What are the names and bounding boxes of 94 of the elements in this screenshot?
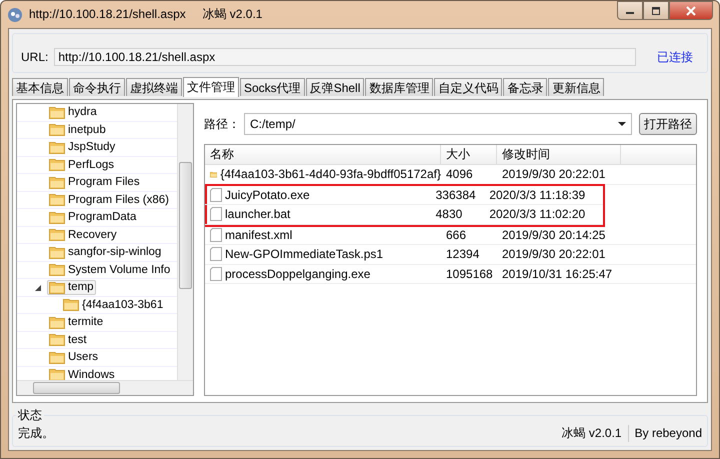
file-icon [210,247,222,262]
url-label: URL: [21,50,48,64]
file-icon [210,228,222,242]
file-row[interactable]: JuicyPotato.exe 336384 2020/3/3 11:18:39 [205,186,603,205]
app-icon [7,6,23,22]
close-icon [686,6,696,16]
file-row[interactable]: New-GPOImmediateTask.ps1 12394 2019/9/30 20:22:01 [205,245,696,264]
column-header[interactable]: 修改时间 [497,145,621,164]
modified-time: 2020/3/3 11:02:20 [488,206,586,224]
tree-item[interactable]: PerfLogs [47,157,116,172]
folder-icon [49,140,65,154]
tree-item[interactable]: termite [47,314,106,330]
file-row[interactable]: processDoppelganging.exe 1095168 2019/10/31 16:25:47 [205,264,696,284]
tab[interactable]: 基本信息 [12,78,68,96]
folder-icon [49,123,65,136]
tab[interactable]: 命令执行 [69,78,125,96]
tab[interactable]: 虚拟终端 [126,78,182,96]
file-size: 4096 [445,166,474,184]
folder-icon [49,210,65,224]
file-row[interactable]: manifest.xml 666 2019/9/30 20:14:25 [205,226,696,245]
file-name: processDoppelganging.exe [225,266,370,281]
tree-item[interactable]: Users [47,350,100,365]
vertical-scrollbar[interactable] [177,104,193,381]
status-message: 完成。 [18,424,54,442]
file-size: 1095168 [445,266,494,283]
connection-status: 已连接 [657,48,693,66]
author-text: By rebeyond [634,426,702,440]
column-header[interactable]: 名称 [205,145,441,164]
file-size: 12394 [445,246,480,264]
close-button[interactable] [669,1,713,20]
folder-icon [49,158,65,172]
file-icon [210,266,222,281]
status-group-label: 状态 [16,407,44,424]
maximize-button[interactable] [643,1,669,20]
folder-icon [49,333,65,346]
folder-icon [49,176,65,189]
file-icon [210,188,222,202]
path-dropdown[interactable]: C:/temp/ [244,113,632,135]
modified-time: 2019/10/31 16:25:47 [501,266,614,283]
modified-time: 2019/9/30 20:14:25 [501,226,606,244]
modified-time: 2019/9/30 20:22:01 [501,166,606,184]
path-label: 路径： [204,116,240,132]
folder-icon [49,316,65,329]
tree-item[interactable]: Program Files (x86) [47,192,171,208]
tree-item[interactable]: Recovery [47,227,119,242]
tab[interactable]: 文件管理 [183,77,239,97]
folder-icon [63,298,79,312]
file-size: 666 [445,226,468,244]
modified-time: 2020/3/3 11:18:39 [488,186,586,204]
maximize-icon [651,6,661,14]
tree-item[interactable]: {4f4aa103-3b61 [61,297,166,312]
file-name: launcher.bat [225,207,290,222]
file-icon [210,207,222,222]
tab[interactable]: 反弹Shell [306,78,364,96]
tree-item[interactable]: JspStudy [47,140,118,155]
folder-icon [49,193,65,206]
folder-icon [49,228,65,242]
dropdown-arrow-icon [618,122,626,126]
expanded-arrow-icon[interactable] [35,285,41,291]
window-title: http://10.100.18.21/shell.aspx 冰蝎 v2.0.1 [29,6,262,23]
tab[interactable]: 数据库管理 [365,78,434,96]
tree-item[interactable]: ProgramData [47,210,138,225]
file-name: New-GPOImmediateTask.ps1 [225,247,384,262]
tab[interactable]: 自定义代码 [434,78,502,96]
file-name: {4f4aa103-3b61-4d40-93fa-9bdff05172af} [220,167,441,182]
folder-icon [49,368,65,382]
version-text: 冰蝎 v2.0.1 [562,424,629,442]
tab[interactable]: 备忘录 [503,78,548,96]
tree-item[interactable]: temp [47,280,96,295]
folder-icon [49,106,65,119]
file-name: manifest.xml [225,228,292,242]
tree-item[interactable]: test [47,332,89,348]
tree-item[interactable]: hydra [47,104,99,120]
tree-item[interactable]: Program Files [47,174,142,190]
url-field[interactable]: http://10.100.18.21/shell.aspx [54,48,636,66]
column-header[interactable]: 大小 [441,145,497,164]
file-row[interactable]: {4f4aa103-3b61-4d40-93fa-9bdff05172af} 4096 2019/9/30 20:22:01 [205,165,696,184]
file-row[interactable]: launcher.bat 4830 2020/3/3 11:02:20 [205,205,603,224]
tab[interactable]: Socks代理 [240,78,305,96]
file-size: 336384 [434,186,477,204]
folder-icon [49,263,65,276]
open-path-button[interactable]: 打开路径 [639,113,697,135]
tree-item[interactable]: System Volume Info [47,262,172,278]
folder-icon [49,350,65,364]
minimize-button[interactable] [617,1,643,20]
modified-time: 2019/9/30 20:22:01 [501,246,606,264]
file-name: JuicyPotato.exe [225,188,310,202]
file-size: 4830 [434,206,464,224]
tab[interactable]: 更新信息 [548,78,604,96]
tree-item[interactable]: sangfor-sip-winlog [47,244,164,260]
tree-item[interactable]: inetpub [47,122,108,138]
horizontal-scrollbar[interactable] [17,380,193,395]
folder-icon [49,280,65,294]
folder-icon [49,246,65,259]
